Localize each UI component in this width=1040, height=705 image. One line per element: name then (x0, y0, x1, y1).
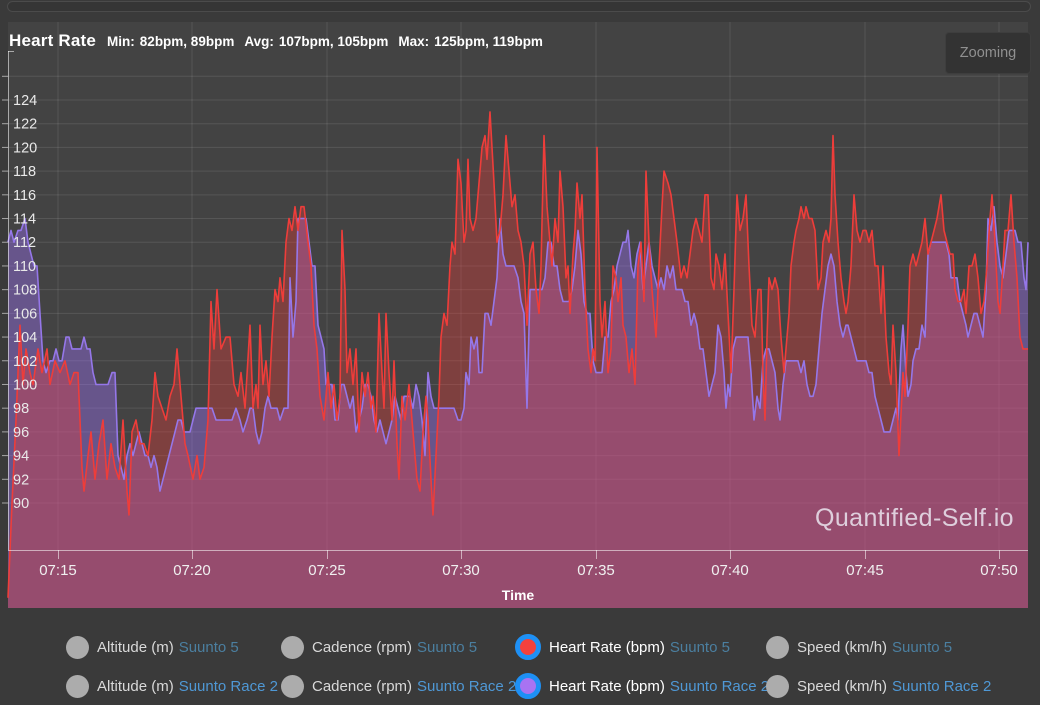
y-tick-label: 120 (13, 140, 37, 156)
y-tick-label: 108 (13, 283, 37, 299)
legend-item-cadence-rpm-suunto-5[interactable]: Cadence (rpm) Suunto 5 (281, 634, 477, 660)
y-tick-label: 118 (13, 164, 36, 180)
legend-swatch-disabled-icon[interactable] (766, 675, 789, 698)
x-tick-label: 07:15 (39, 562, 77, 579)
legend-item-altitude-m-suunto-race-2[interactable]: Altitude (m) Suunto Race 2 (66, 673, 278, 699)
x-tick-label: 07:35 (577, 562, 615, 579)
legend-item-heart-rate-bpm-suunto-5[interactable]: Heart Rate (bpm) Suunto 5 (515, 634, 730, 660)
legend-device-link[interactable]: Suunto 5 (179, 639, 239, 656)
y-tick-label: 102 (13, 354, 37, 370)
legend-device-link[interactable]: Suunto 5 (670, 639, 730, 656)
y-tick-label: 114 (13, 212, 36, 228)
legend-swatch-disabled-icon[interactable] (66, 675, 89, 698)
stat-min: Min: 82bpm, 89bpm (107, 34, 234, 49)
chart-scrollbar[interactable] (7, 1, 1031, 12)
legend-device-link[interactable]: Suunto Race 2 (179, 678, 278, 695)
x-axis-title: Time (502, 587, 535, 603)
chart-title: Heart Rate (9, 31, 96, 51)
y-tick-label: 112 (13, 235, 36, 251)
legend-swatch-purple-icon[interactable] (515, 673, 541, 699)
legend-device-link[interactable]: Suunto Race 2 (670, 678, 769, 695)
x-tick-label: 07:25 (308, 562, 346, 579)
y-tick-label: 98 (13, 401, 29, 417)
legend-device-link[interactable]: Suunto 5 (417, 639, 477, 656)
y-tick-label: 110 (13, 259, 36, 275)
legend-metric-label: Heart Rate (bpm) (549, 678, 665, 695)
y-tick-label: 92 (13, 472, 29, 488)
y-tick-label: 94 (13, 449, 29, 465)
legend-swatch-disabled-icon[interactable] (766, 636, 789, 659)
watermark: Quantified-Self.io (815, 504, 1014, 533)
legend-metric-label: Cadence (rpm) (312, 639, 412, 656)
legend-swatch-red-icon[interactable] (515, 634, 541, 660)
y-tick-label: 116 (13, 188, 36, 204)
legend-metric-label: Speed (km/h) (797, 678, 887, 695)
stat-avg: Avg: 107bpm, 105bpm (244, 34, 388, 49)
legend-device-link[interactable]: Suunto 5 (892, 639, 952, 656)
legend-device-link[interactable]: Suunto Race 2 (417, 678, 516, 695)
legend-item-altitude-m-suunto-5[interactable]: Altitude (m) Suunto 5 (66, 634, 239, 660)
chart-header: Heart Rate Min: 82bpm, 89bpm Avg: 107bpm… (9, 31, 553, 51)
stat-max: Max: 125bpm, 119bpm (398, 34, 543, 49)
y-tick-label: 100 (13, 377, 37, 393)
legend-device-link[interactable]: Suunto Race 2 (892, 678, 991, 695)
x-tick-label: 07:40 (711, 562, 749, 579)
legend-metric-label: Speed (km/h) (797, 639, 887, 656)
y-tick-label: 106 (13, 306, 37, 322)
legend-swatch-disabled-icon[interactable] (281, 675, 304, 698)
legend-metric-label: Altitude (m) (97, 678, 174, 695)
zooming-button[interactable]: Zooming (945, 32, 1031, 74)
y-tick-label: 104 (13, 330, 37, 346)
x-tick-label: 07:50 (980, 562, 1018, 579)
legend-swatch-disabled-icon[interactable] (66, 636, 89, 659)
legend-item-cadence-rpm-suunto-race-2[interactable]: Cadence (rpm) Suunto Race 2 (281, 673, 516, 699)
legend-metric-label: Heart Rate (bpm) (549, 639, 665, 656)
x-tick-label: 07:20 (173, 562, 211, 579)
legend-item-speed-km-h-suunto-5[interactable]: Speed (km/h) Suunto 5 (766, 634, 952, 660)
x-tick-label: 07:45 (846, 562, 884, 579)
y-tick-label: 96 (13, 425, 29, 441)
y-tick-label: 124 (13, 93, 37, 109)
y-tick-label: 90 (13, 496, 29, 512)
legend-swatch-disabled-icon[interactable] (281, 636, 304, 659)
y-tick-label: 122 (13, 117, 37, 133)
legend-metric-label: Altitude (m) (97, 639, 174, 656)
legend-metric-label: Cadence (rpm) (312, 678, 412, 695)
x-tick-label: 07:30 (442, 562, 480, 579)
legend-item-speed-km-h-suunto-race-2[interactable]: Speed (km/h) Suunto Race 2 (766, 673, 991, 699)
legend-item-heart-rate-bpm-suunto-race-2[interactable]: Heart Rate (bpm) Suunto Race 2 (515, 673, 769, 699)
